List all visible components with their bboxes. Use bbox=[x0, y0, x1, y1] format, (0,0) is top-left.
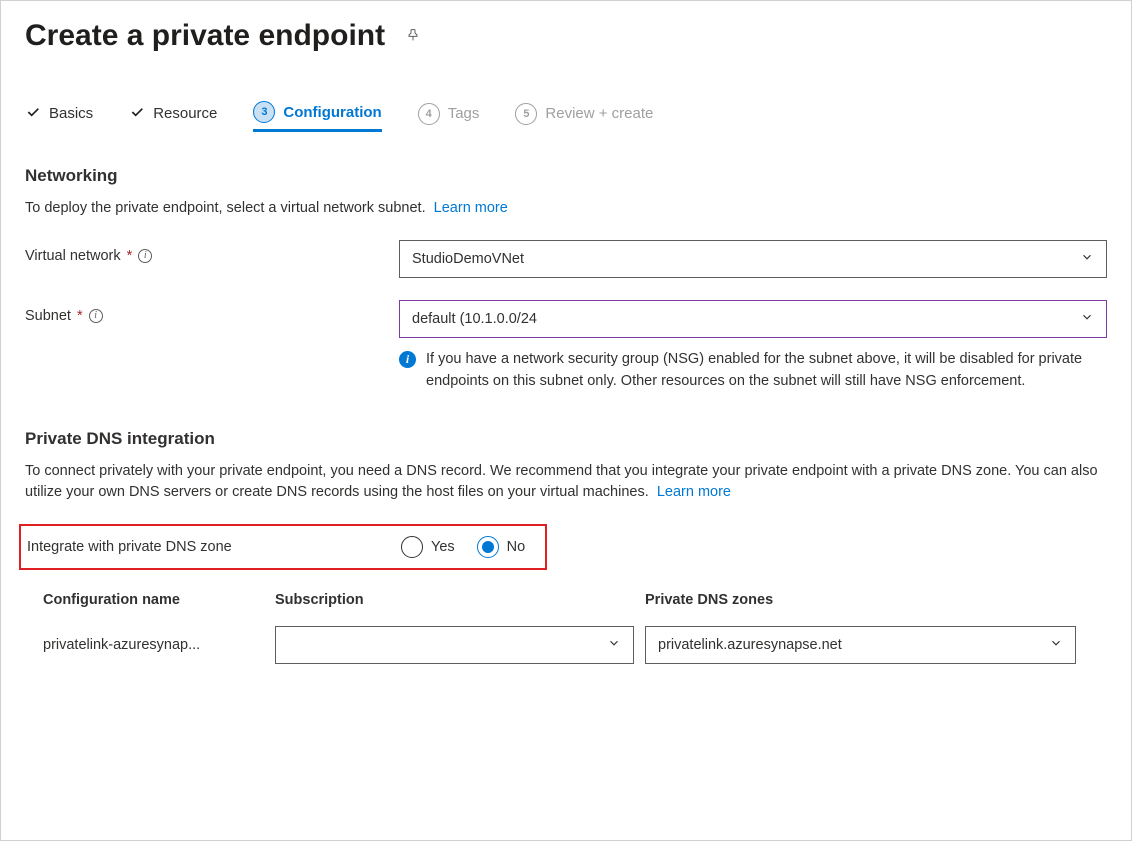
tab-review[interactable]: 5 Review + create bbox=[515, 101, 653, 132]
tab-basics[interactable]: Basics bbox=[25, 101, 93, 132]
integrate-dns-radio-group: Yes No bbox=[401, 536, 525, 558]
chevron-down-icon bbox=[1080, 310, 1094, 328]
learn-more-link[interactable]: Learn more bbox=[657, 484, 731, 500]
dns-description: To connect privately with your private e… bbox=[25, 461, 1107, 505]
step-number: 4 bbox=[418, 103, 440, 125]
chevron-down-icon bbox=[1080, 250, 1094, 268]
integrate-dns-label: Integrate with private DNS zone bbox=[27, 539, 401, 555]
networking-description: To deploy the private endpoint, select a… bbox=[25, 198, 1107, 220]
vnet-select[interactable]: StudioDemoVNet bbox=[399, 240, 1107, 278]
pin-icon[interactable] bbox=[405, 27, 421, 46]
tab-configuration[interactable]: 3 Configuration bbox=[253, 101, 381, 132]
tab-resource[interactable]: Resource bbox=[129, 101, 217, 132]
integrate-dns-row: Integrate with private DNS zone Yes No bbox=[27, 536, 539, 558]
step-number: 5 bbox=[515, 103, 537, 125]
step-number: 3 bbox=[253, 101, 275, 123]
info-icon[interactable]: i bbox=[138, 249, 152, 263]
vnet-value: StudioDemoVNet bbox=[412, 251, 524, 267]
col-config-header: Configuration name bbox=[43, 592, 275, 608]
table-header-row: Configuration name Subscription Private … bbox=[43, 592, 1089, 608]
tab-basics-label: Basics bbox=[49, 105, 93, 122]
radio-no[interactable]: No bbox=[477, 536, 526, 558]
table-row: privatelink-azuresynap... privatelink.az… bbox=[43, 626, 1089, 664]
subnet-select[interactable]: default (10.1.0.0/24 bbox=[399, 300, 1107, 338]
check-icon bbox=[25, 104, 41, 124]
nsg-info: i If you have a network security group (… bbox=[399, 348, 1107, 393]
radio-icon bbox=[477, 536, 499, 558]
dns-zone-select[interactable]: privatelink.azuresynapse.net bbox=[645, 626, 1076, 664]
networking-heading: Networking bbox=[25, 166, 1107, 186]
tab-review-label: Review + create bbox=[545, 105, 653, 122]
wizard-tabs: Basics Resource 3 Configuration 4 Tags 5… bbox=[25, 101, 1107, 132]
info-icon[interactable]: i bbox=[89, 309, 103, 323]
tab-configuration-label: Configuration bbox=[283, 104, 381, 121]
vnet-row: Virtual network * i StudioDemoVNet bbox=[25, 240, 1107, 278]
tab-tags[interactable]: 4 Tags bbox=[418, 101, 480, 132]
radio-yes[interactable]: Yes bbox=[401, 536, 455, 558]
vnet-label: Virtual network * i bbox=[25, 240, 399, 264]
highlighted-region: Integrate with private DNS zone Yes No bbox=[19, 524, 547, 570]
required-indicator: * bbox=[127, 248, 133, 264]
tab-resource-label: Resource bbox=[153, 105, 217, 122]
dns-table: Configuration name Subscription Private … bbox=[25, 592, 1107, 664]
info-icon: i bbox=[399, 351, 416, 368]
page-title: Create a private endpoint bbox=[25, 19, 385, 53]
chevron-down-icon bbox=[607, 636, 621, 654]
config-name-cell: privatelink-azuresynap... bbox=[43, 637, 275, 653]
col-sub-header: Subscription bbox=[275, 592, 645, 608]
networking-section: Networking To deploy the private endpoin… bbox=[25, 166, 1107, 393]
required-indicator: * bbox=[77, 308, 83, 324]
check-icon bbox=[129, 104, 145, 124]
subnet-label: Subnet * i bbox=[25, 300, 399, 324]
dns-heading: Private DNS integration bbox=[25, 429, 1107, 449]
dns-section: Private DNS integration To connect priva… bbox=[25, 429, 1107, 665]
col-dns-header: Private DNS zones bbox=[645, 592, 1089, 608]
subnet-value: default (10.1.0.0/24 bbox=[412, 311, 537, 327]
chevron-down-icon bbox=[1049, 636, 1063, 654]
tab-tags-label: Tags bbox=[448, 105, 480, 122]
learn-more-link[interactable]: Learn more bbox=[434, 200, 508, 216]
radio-icon bbox=[401, 536, 423, 558]
subnet-row: Subnet * i default (10.1.0.0/24 i If you… bbox=[25, 300, 1107, 393]
subscription-select[interactable] bbox=[275, 626, 634, 664]
dns-zone-value: privatelink.azuresynapse.net bbox=[658, 637, 842, 653]
